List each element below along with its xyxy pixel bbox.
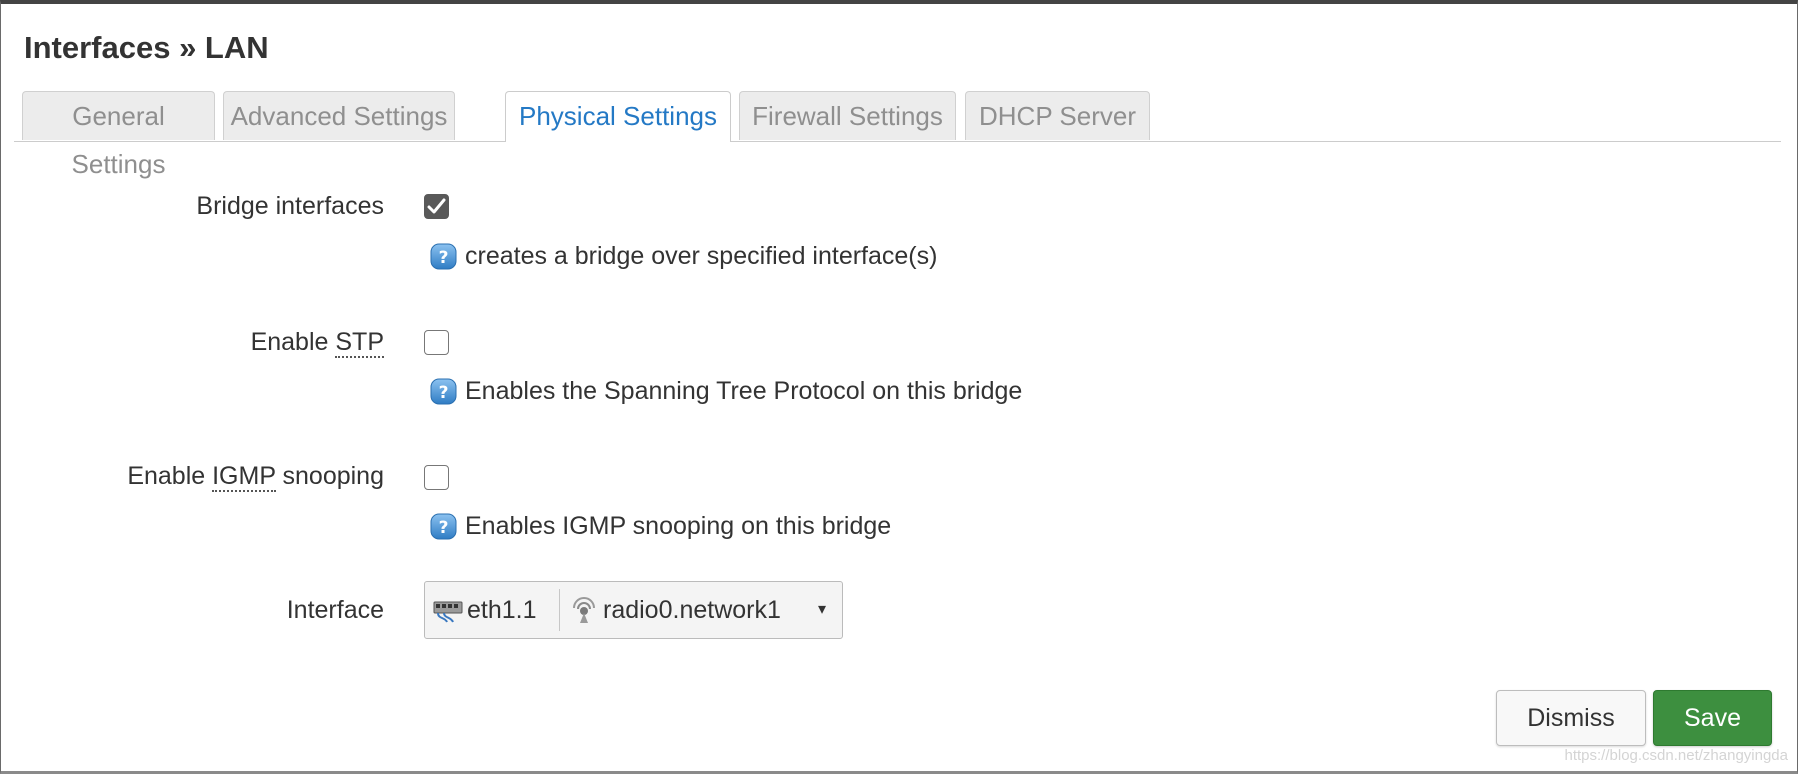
- svg-text:?: ?: [439, 383, 449, 403]
- enable-stp-help-text: Enables the Spanning Tree Protocol on th…: [465, 377, 1023, 405]
- watermark: https://blog.csdn.net/zhangyingda: [1564, 747, 1789, 764]
- svg-text:?: ?: [439, 248, 449, 268]
- help-icon: ?: [430, 243, 457, 270]
- interface-label: Interface: [286, 596, 384, 624]
- bridge-interfaces-help: ? creates a bridge over specified interf…: [430, 241, 937, 271]
- enable-igmp-label-suffix: snooping: [275, 462, 385, 490]
- enable-stp-help: ? Enables the Spanning Tree Protocol on …: [430, 376, 1022, 406]
- igmp-abbreviation: IGMP: [212, 462, 276, 492]
- page-title: Interfaces » LAN: [24, 30, 269, 65]
- ethernet-switch-icon: [433, 601, 463, 623]
- enable-stp-label: Enable STP: [0, 328, 384, 358]
- enable-igmp-label-prefix: Enable: [127, 462, 213, 490]
- tab-physical-settings[interactable]: Physical Settings: [505, 91, 731, 142]
- save-button[interactable]: Save: [1653, 690, 1772, 746]
- enable-igmp-snooping-checkbox[interactable]: [424, 465, 449, 490]
- help-icon: ?: [430, 513, 457, 540]
- help-icon: ?: [430, 378, 457, 405]
- tab-bar: General Settings Advanced Settings Physi…: [14, 91, 1781, 179]
- bridge-interfaces-checkbox[interactable]: [424, 194, 449, 219]
- wifi-icon: [573, 597, 595, 623]
- tab-dhcp-server[interactable]: DHCP Server: [965, 91, 1150, 140]
- interface-chip-radio0-network1[interactable]: radio0.network1: [569, 582, 781, 638]
- chip-separator: [559, 589, 560, 631]
- svg-text:?: ?: [439, 518, 449, 538]
- tab-general-settings[interactable]: General Settings: [22, 91, 215, 179]
- interface-multiselect[interactable]: eth1.1 radio0.network1 ▾: [424, 581, 843, 639]
- enable-stp-checkbox[interactable]: [424, 330, 449, 355]
- interface-chip-eth1-1[interactable]: eth1.1: [433, 582, 537, 638]
- checkmark-icon: [427, 198, 446, 214]
- bridge-interfaces-label: Bridge interfaces: [196, 192, 384, 220]
- enable-igmp-snooping-help: ? Enables IGMP snooping on this bridge: [430, 511, 891, 541]
- tab-advanced-settings[interactable]: Advanced Settings: [223, 91, 455, 140]
- interface-chip-label: eth1.1: [467, 596, 537, 624]
- bridge-interfaces-help-text: creates a bridge over specified interfac…: [465, 242, 938, 270]
- tab-firewall-settings[interactable]: Firewall Settings: [739, 91, 956, 140]
- dismiss-button[interactable]: Dismiss: [1496, 690, 1646, 746]
- interface-chip-label: radio0.network1: [603, 596, 781, 624]
- chevron-down-icon[interactable]: ▾: [818, 582, 826, 638]
- enable-stp-label-prefix: Enable: [250, 328, 336, 356]
- stp-abbreviation: STP: [335, 328, 384, 358]
- enable-igmp-snooping-help-text: Enables IGMP snooping on this bridge: [465, 512, 892, 540]
- enable-igmp-snooping-label: Enable IGMP snooping: [0, 462, 385, 492]
